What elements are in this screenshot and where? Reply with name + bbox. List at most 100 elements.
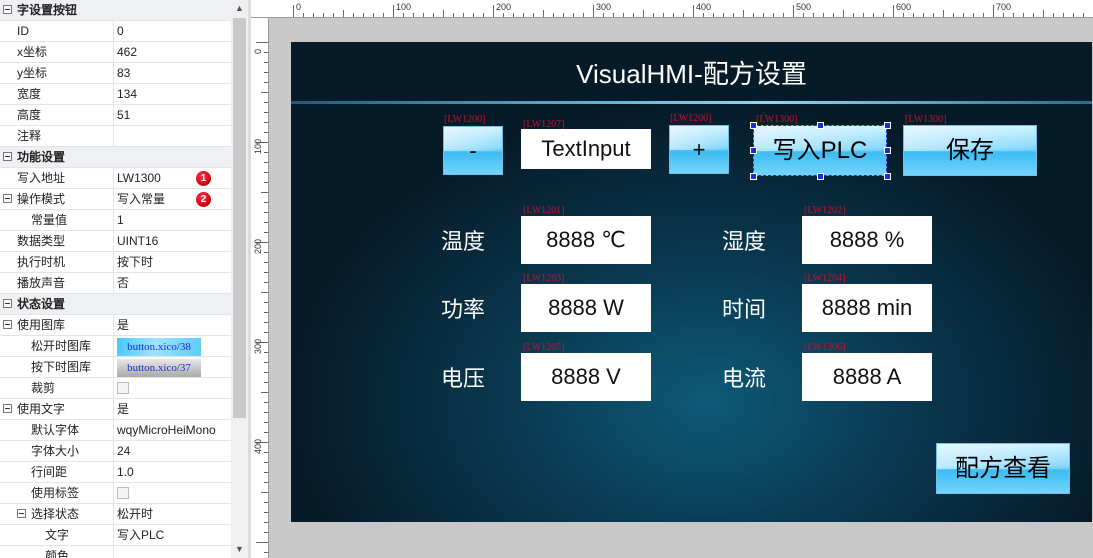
resize-handle[interactable] xyxy=(884,147,891,154)
resize-handle[interactable] xyxy=(750,147,757,154)
design-canvas[interactable]: 0 100 200 300 400 500 600 700 0 100 200 300 400 Vis… xyxy=(251,0,1093,558)
property-value[interactable]: 1.0 xyxy=(117,462,231,482)
power-field[interactable]: 8888 W xyxy=(521,284,651,332)
view-recipe-button[interactable]: 配方查看 xyxy=(936,443,1070,494)
property-value[interactable]: UINT16 xyxy=(117,231,231,251)
resize-handle[interactable] xyxy=(750,122,757,129)
property-row[interactable]: 操作模式 写入常量 2 xyxy=(0,189,231,210)
collapse-toggle-icon[interactable] xyxy=(3,320,12,329)
time-field[interactable]: 8888 min xyxy=(802,284,932,332)
property-row[interactable]: 执行时机 按下时 xyxy=(0,252,231,273)
property-row[interactable]: 数据类型 UINT16 xyxy=(0,231,231,252)
minus-button[interactable]: - xyxy=(443,126,503,175)
property-value[interactable]: 1 xyxy=(117,210,231,230)
property-row[interactable]: 注释 xyxy=(0,126,231,147)
ruler-tick xyxy=(1003,13,1004,17)
save-button[interactable]: 保存 xyxy=(903,125,1037,176)
property-value[interactable]: 写入常量 xyxy=(117,189,231,209)
property-row[interactable]: 默认字体 wqyMicroHeiMono xyxy=(0,420,231,441)
temperature-field[interactable]: 8888 ℃ xyxy=(521,216,651,264)
property-value[interactable]: 是 xyxy=(117,315,231,335)
collapse-toggle-icon[interactable] xyxy=(3,152,12,161)
property-row[interactable]: ID 0 xyxy=(0,21,231,42)
property-value[interactable] xyxy=(117,126,231,146)
property-value[interactable]: 462 xyxy=(117,42,231,62)
property-row[interactable]: y坐标 83 xyxy=(0,63,231,84)
property-value[interactable]: wqyMicroHeiMono xyxy=(117,420,231,440)
property-row[interactable]: 松开时图库 button.xico/38 xyxy=(0,336,231,357)
property-row[interactable]: 选择状态 松开时 xyxy=(0,504,231,525)
collapse-toggle-icon[interactable] xyxy=(3,194,12,203)
property-section[interactable]: 字设置按钮 xyxy=(0,0,231,21)
image-library-value[interactable]: button.xico/38 xyxy=(117,338,201,356)
plus-button[interactable]: + xyxy=(669,125,729,174)
column-divider xyxy=(113,336,114,356)
collapse-toggle-icon[interactable] xyxy=(3,404,12,413)
ruler-tick xyxy=(264,522,268,523)
property-row[interactable]: 常量值 1 xyxy=(0,210,231,231)
property-row[interactable]: 写入地址 LW1300 1 xyxy=(0,168,231,189)
temperature-label: 温度 xyxy=(441,229,486,254)
humidity-field[interactable]: 8888 % xyxy=(802,216,932,264)
property-key: 常量值 xyxy=(31,213,68,227)
property-row[interactable]: 按下时图库 button.xico/37 xyxy=(0,357,231,378)
property-value[interactable]: 51 xyxy=(117,105,231,125)
property-section[interactable]: 功能设置 xyxy=(0,147,231,168)
ruler-tick xyxy=(623,13,624,17)
property-row[interactable]: 字体大小 24 xyxy=(0,441,231,462)
ruler-tick xyxy=(261,392,268,393)
time-label: 时间 xyxy=(722,297,767,322)
property-value[interactable]: 松开时 xyxy=(117,504,231,524)
ruler-tick xyxy=(1023,13,1024,17)
property-row[interactable]: 使用标签 xyxy=(0,483,231,504)
text-input[interactable]: TextInput xyxy=(521,129,651,169)
property-value[interactable]: 0 xyxy=(117,21,231,41)
current-field[interactable]: 8888 A xyxy=(802,353,932,401)
collapse-toggle-icon[interactable] xyxy=(3,299,12,308)
checkbox[interactable] xyxy=(117,382,129,394)
collapse-toggle-icon[interactable] xyxy=(3,5,12,14)
property-value[interactable]: 按下时 xyxy=(117,252,231,272)
property-row[interactable]: 高度 51 xyxy=(0,105,231,126)
write-plc-button[interactable]: 写入PLC xyxy=(753,125,887,176)
property-key: 默认字体 xyxy=(31,423,80,437)
property-value[interactable]: 是 xyxy=(117,399,231,419)
property-row[interactable]: 宽度 134 xyxy=(0,84,231,105)
plus-button-label: + xyxy=(692,137,706,162)
property-row[interactable]: 文字 写入PLC xyxy=(0,525,231,546)
scroll-up-icon[interactable]: ▲ xyxy=(231,0,248,17)
property-panel-scrollbar[interactable]: ▲ ▼ xyxy=(231,0,248,558)
resize-handle[interactable] xyxy=(884,173,891,180)
column-divider xyxy=(113,483,114,503)
property-value[interactable]: LW1300 xyxy=(117,168,231,188)
property-value[interactable]: 83 xyxy=(117,63,231,83)
voltage-field[interactable]: 8888 V xyxy=(521,353,651,401)
hmi-screen[interactable]: VisualHMI-配方设置 [LW1200] - [LW1207] TextI… xyxy=(291,42,1092,522)
scroll-down-icon[interactable]: ▼ xyxy=(231,541,248,558)
checkbox[interactable] xyxy=(117,487,129,499)
ruler-tick xyxy=(453,13,454,17)
property-value[interactable]: 否 xyxy=(117,273,231,293)
property-row[interactable]: 裁剪 xyxy=(0,378,231,399)
property-row[interactable]: 颜色 xyxy=(0,546,231,558)
ruler-tick xyxy=(264,162,268,163)
resize-handle[interactable] xyxy=(750,173,757,180)
ruler-tick xyxy=(264,352,268,353)
property-row[interactable]: 播放声音 否 xyxy=(0,273,231,294)
property-row[interactable]: 使用文字 是 xyxy=(0,399,231,420)
property-value[interactable]: 写入PLC xyxy=(117,525,231,545)
scrollbar-thumb[interactable] xyxy=(233,18,246,418)
property-value[interactable]: 24 xyxy=(117,441,231,461)
ruler-tick xyxy=(383,13,384,17)
resize-handle[interactable] xyxy=(817,173,824,180)
property-row[interactable]: 使用图库 是 xyxy=(0,315,231,336)
current-label: 电流 xyxy=(722,366,767,391)
resize-handle[interactable] xyxy=(884,122,891,129)
collapse-toggle-icon[interactable] xyxy=(17,509,26,518)
image-library-value[interactable]: button.xico/37 xyxy=(117,359,201,377)
property-row[interactable]: 行间距 1.0 xyxy=(0,462,231,483)
resize-handle[interactable] xyxy=(817,122,824,129)
property-section[interactable]: 状态设置 xyxy=(0,294,231,315)
property-value[interactable]: 134 xyxy=(117,84,231,104)
property-row[interactable]: x坐标 462 xyxy=(0,42,231,63)
